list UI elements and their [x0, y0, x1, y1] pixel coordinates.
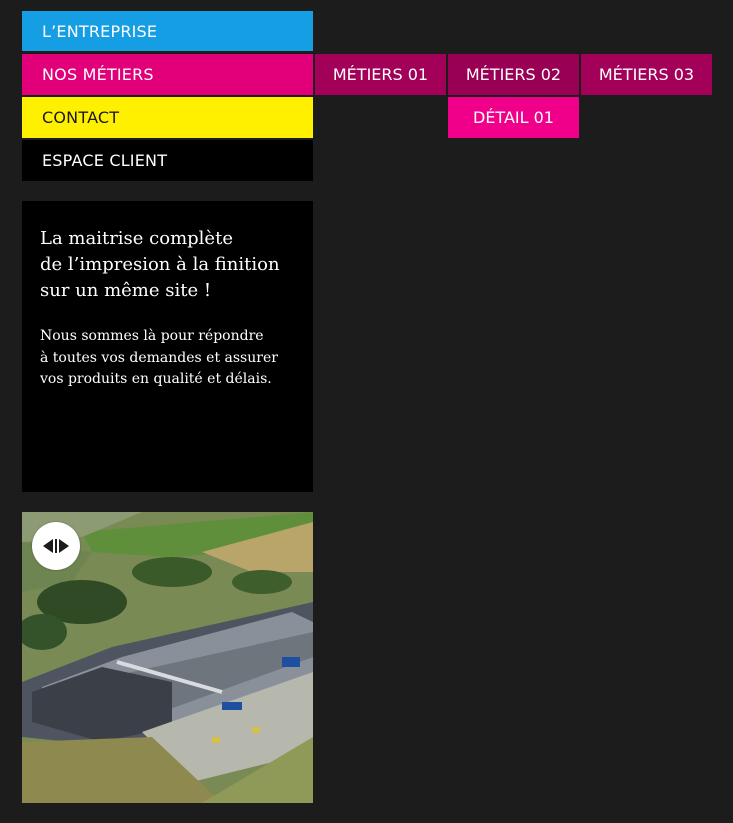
nav-item-entreprise[interactable]: L’ENTREPRISE: [22, 11, 313, 51]
detail-item-label: DÉTAIL 01: [473, 108, 554, 127]
info-text: Nous sommes là pour répondre à toutes vo…: [40, 328, 278, 387]
nav-item-espace-client[interactable]: ESPACE CLIENT: [22, 140, 313, 181]
info-box: La maitrise complète de l’impresion à la…: [22, 201, 313, 492]
nav-item-label: NOS MÉTIERS: [42, 65, 154, 84]
submenu-item-metiers-01[interactable]: MÉTIERS 01: [315, 54, 446, 95]
submenu-item-metiers-03[interactable]: MÉTIERS 03: [581, 54, 712, 95]
nav-item-contact[interactable]: CONTACT: [22, 97, 313, 138]
nav-item-label: ESPACE CLIENT: [42, 151, 168, 170]
page: L’ENTREPRISE NOS MÉTIERS CONTACT ESPACE …: [0, 0, 733, 823]
submenu-item-label: MÉTIERS 02: [465, 65, 562, 84]
submenu-item-label: MÉTIERS 03: [598, 65, 695, 84]
arrows-left-right-icon: [43, 539, 69, 553]
slider-toggle-button[interactable]: [32, 522, 80, 570]
factory-aerial-photo: [22, 512, 313, 803]
submenu-item-detail-01[interactable]: DÉTAIL 01: [448, 97, 579, 138]
nav-item-label: CONTACT: [42, 108, 120, 127]
submenu-item-label: MÉTIERS 01: [332, 65, 429, 84]
submenu-item-metiers-02[interactable]: MÉTIERS 02: [448, 54, 579, 95]
nav-item-label: L’ENTREPRISE: [42, 21, 158, 41]
info-title: La maitrise complète de l’impresion à la…: [40, 228, 280, 301]
nav-item-nos-metiers[interactable]: NOS MÉTIERS: [22, 54, 313, 95]
